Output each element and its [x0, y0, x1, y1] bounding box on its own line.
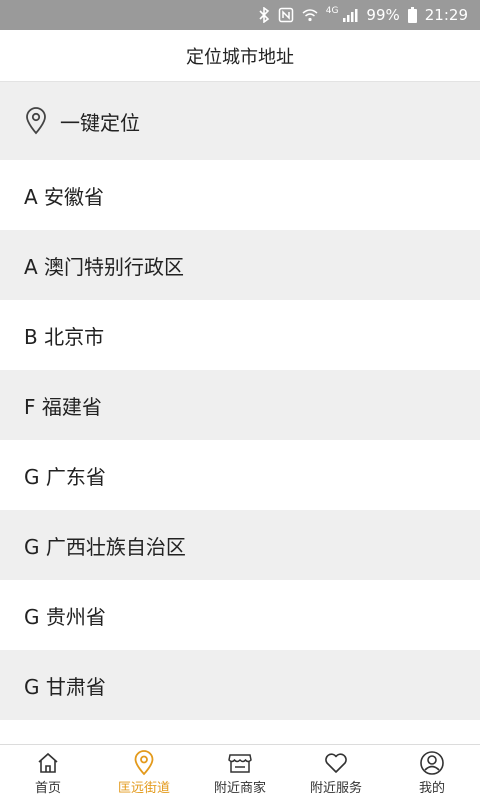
- province-label: G 甘肃省: [24, 674, 106, 699]
- province-item[interactable]: G 广东省: [0, 440, 480, 510]
- province-label: A 澳门特别行政区: [24, 254, 185, 279]
- status-bar: 4G 99% 21:29: [0, 0, 480, 30]
- home-icon: [36, 749, 60, 777]
- nfc-icon: [278, 7, 294, 23]
- province-item[interactable]: A 安徽省: [0, 160, 480, 230]
- signal-icon: [342, 8, 358, 22]
- locate-label: 一键定位: [60, 110, 140, 135]
- tab-label: 附近商家: [213, 781, 266, 796]
- network-type: 4G: [325, 6, 339, 16]
- heart-icon: [323, 749, 349, 777]
- page-title: 定位城市地址: [0, 30, 480, 82]
- tab-label: 附近服务: [309, 781, 362, 796]
- province-label: G 广东省: [24, 464, 106, 489]
- province-label: B 北京市: [24, 324, 105, 349]
- province-item[interactable]: G 甘肃省: [0, 650, 480, 720]
- store-icon: [227, 749, 253, 777]
- location-pin-icon: [24, 107, 48, 135]
- province-label: G 广西壮族自治区: [24, 534, 186, 559]
- clock: 21:29: [424, 6, 468, 24]
- location-pin-icon: [132, 749, 156, 777]
- province-item[interactable]: A 澳门特别行政区: [0, 230, 480, 300]
- tab-nearby-merchants[interactable]: 附近商家: [192, 745, 288, 800]
- one-click-locate-button[interactable]: 一键定位: [0, 82, 480, 160]
- province-label: A 安徽省: [24, 184, 105, 209]
- tab-label: 首页: [34, 781, 61, 796]
- battery-level: 99%: [366, 6, 400, 24]
- tab-street[interactable]: 匡远街道: [96, 745, 192, 800]
- tab-home[interactable]: 首页: [0, 745, 96, 800]
- province-item[interactable]: G 广西壮族自治区: [0, 510, 480, 580]
- province-label: G 贵州省: [24, 604, 106, 629]
- bluetooth-icon: [258, 7, 270, 23]
- province-item[interactable]: B 北京市: [0, 300, 480, 370]
- tab-label: 匡远街道: [117, 781, 170, 796]
- tab-nearby-services[interactable]: 附近服务: [288, 745, 384, 800]
- battery-icon: [407, 7, 417, 23]
- province-list: 一键定位 A 安徽省 A 澳门特别行政区 B 北京市 F 福建省 G 广东省 G…: [0, 82, 480, 744]
- province-item[interactable]: F 福建省: [0, 370, 480, 440]
- user-icon: [419, 749, 445, 777]
- province-item-partial[interactable]: [0, 720, 480, 744]
- tab-label: 我的: [418, 781, 445, 796]
- province-label: F 福建省: [24, 394, 102, 419]
- tab-mine[interactable]: 我的: [384, 745, 480, 800]
- province-item[interactable]: G 贵州省: [0, 580, 480, 650]
- wifi-icon: [302, 8, 318, 22]
- bottom-tab-bar: 首页 匡远街道 附近商家 附近服务 我的: [0, 744, 480, 800]
